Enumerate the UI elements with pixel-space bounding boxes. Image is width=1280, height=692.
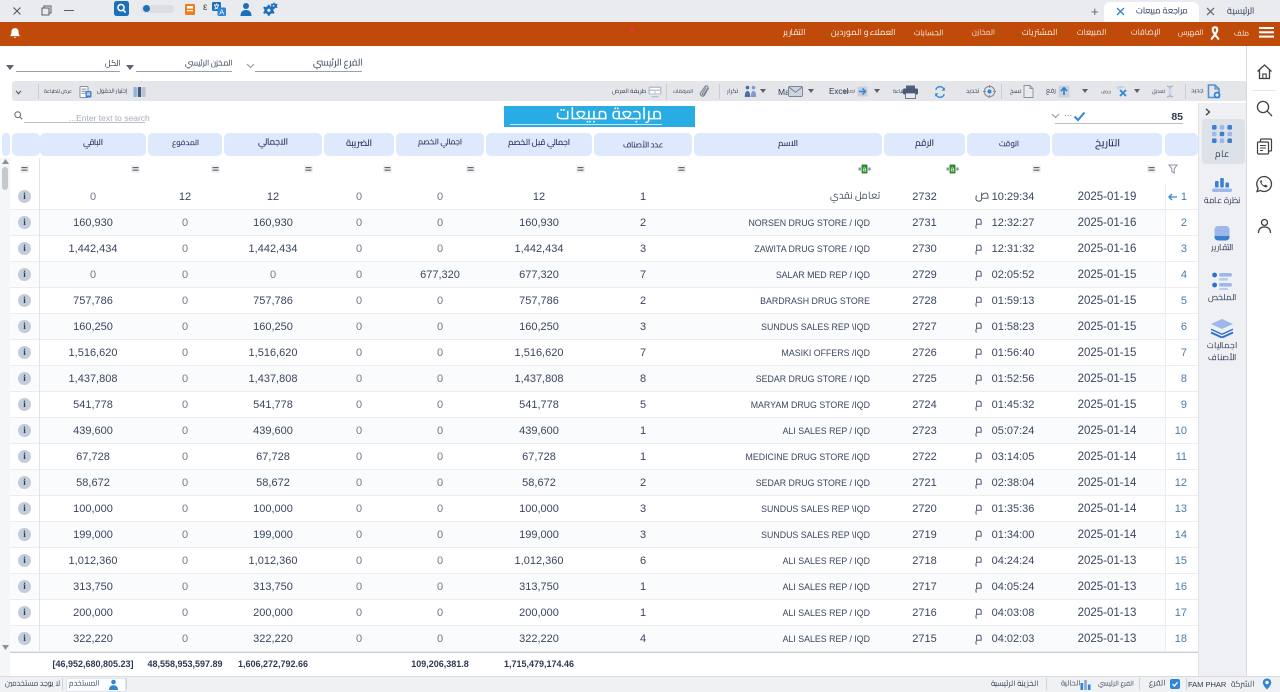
svg-text:a: a xyxy=(863,166,867,173)
svg-text:a: a xyxy=(951,166,955,173)
svg-text:A: A xyxy=(219,7,224,16)
